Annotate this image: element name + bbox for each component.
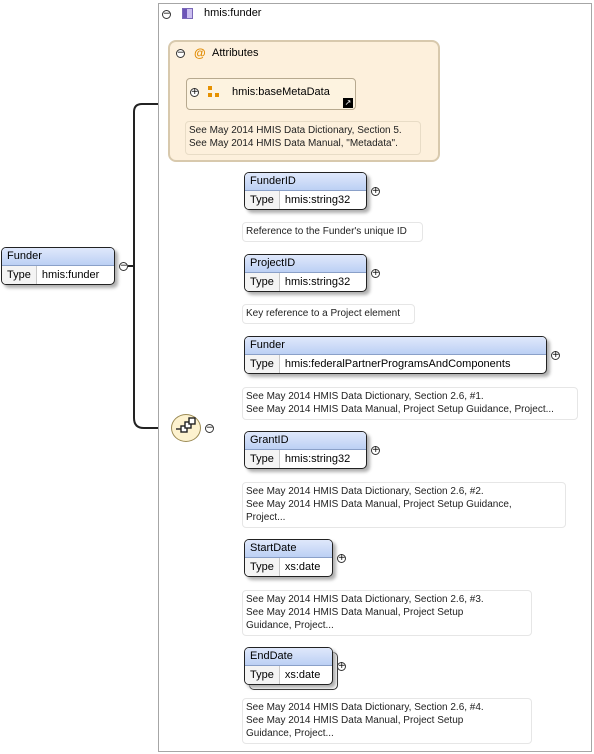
expand-funderid-button[interactable]: + [371,187,380,196]
collapse-sequence-button[interactable]: − [205,424,214,433]
element-enddate[interactable]: EndDate Type xs:date [244,647,333,685]
projectid-documentation: Key reference to a Project element [242,304,415,324]
element-name: Funder [2,248,114,266]
expand-grantid-button[interactable]: + [371,446,380,455]
root-element-funder[interactable]: Funder Type hmis:funder [1,247,115,285]
attribute-group-name: hmis:baseMetaData [232,86,330,98]
element-type: hmis:funder [41,269,100,281]
collapse-root-button[interactable]: − [119,262,128,271]
collapse-attributes-button[interactable]: − [176,49,185,58]
element-startdate[interactable]: StartDate Type xs:date [244,539,333,577]
expand-funder-button[interactable]: + [551,351,560,360]
expand-startdate-button[interactable]: + [337,554,346,563]
funderid-documentation: Reference to the Funder's unique ID [242,222,423,242]
sequence-compositor[interactable] [171,414,201,442]
collapse-type-button[interactable]: − [162,10,171,19]
complex-type-name: hmis:funder [204,7,262,19]
element-projectid[interactable]: ProjectID Type hmis:string32 [244,254,367,292]
link-arrow-icon[interactable]: ↗ [343,98,353,108]
complex-type-icon [182,8,193,19]
grantid-documentation: See May 2014 HMIS Data Dictionary, Secti… [242,482,566,528]
expand-enddate-button[interactable]: + [337,662,346,671]
element-grantid[interactable]: GrantID Type hmis:string32 [244,431,367,469]
attribute-at-icon: @ [194,46,206,60]
enddate-documentation: See May 2014 HMIS Data Dictionary, Secti… [242,698,532,744]
element-funderid[interactable]: FunderID Type hmis:string32 [244,172,367,210]
sequence-icon [176,417,196,433]
attributes-title: Attributes [212,47,259,59]
element-funder[interactable]: Funder Type hmis:federalPartnerProgramsAn… [244,336,547,374]
expand-group-button[interactable]: + [190,88,199,97]
funder-documentation: See May 2014 HMIS Data Dictionary, Secti… [242,387,578,420]
attribute-group-icon [208,86,222,100]
startdate-documentation: See May 2014 HMIS Data Dictionary, Secti… [242,590,532,636]
attributes-documentation: See May 2014 HMIS Data Dictionary, Secti… [185,121,421,155]
expand-projectid-button[interactable]: + [371,269,380,278]
